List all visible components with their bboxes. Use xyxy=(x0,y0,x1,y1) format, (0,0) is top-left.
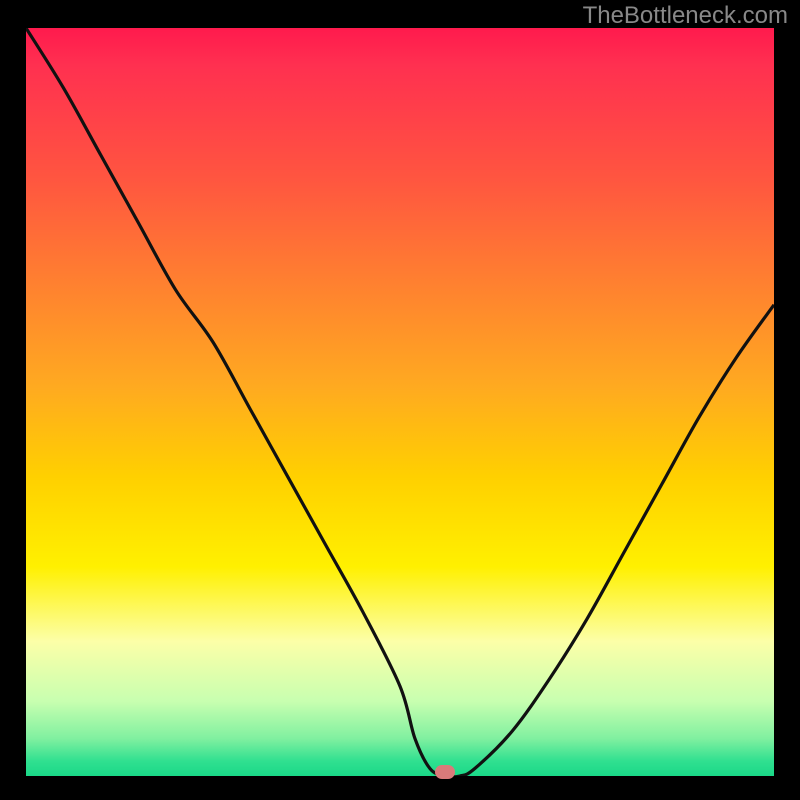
plot-area xyxy=(26,28,774,776)
chart-container: TheBottleneck.com xyxy=(0,0,800,800)
bottleneck-curve-path xyxy=(26,28,774,776)
curve-svg xyxy=(26,28,774,776)
watermark-text: TheBottleneck.com xyxy=(583,2,788,30)
optimum-marker xyxy=(435,765,455,779)
